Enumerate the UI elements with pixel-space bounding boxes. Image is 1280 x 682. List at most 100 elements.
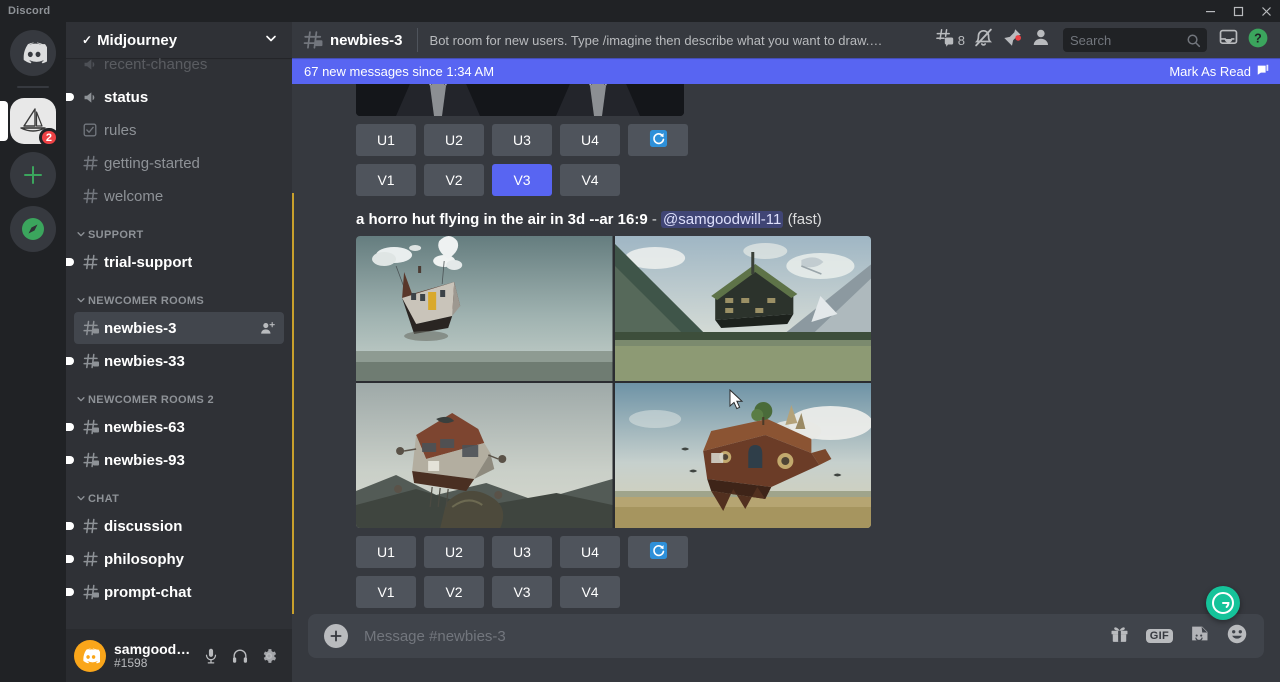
category-label: NEWCOMER ROOMS <box>88 295 204 307</box>
username-label: samgoodw... <box>114 641 196 657</box>
notification-settings-button[interactable] <box>970 27 997 53</box>
search-placeholder: Search <box>1070 33 1186 48</box>
category-newcomer-rooms[interactable]: NEWCOMER ROOMS <box>66 278 292 311</box>
midjourney-buttons-row-variation: V1 V2 V3 V4 <box>356 164 1264 196</box>
member-list-button[interactable] <box>1028 27 1055 53</box>
composer-box[interactable]: Message #newbies-3 <box>308 614 1264 658</box>
grid-cell-2[interactable] <box>615 236 872 381</box>
button-reroll[interactable] <box>628 536 688 568</box>
headphones-icon[interactable] <box>225 641 254 671</box>
server-rail-item-midjourney[interactable]: 2 <box>0 98 66 144</box>
window-controls <box>1196 0 1280 22</box>
close-icon[interactable] <box>1252 0 1280 22</box>
hash-lock-icon <box>82 319 104 337</box>
pinned-messages-button[interactable] <box>999 27 1026 53</box>
button-v1[interactable]: V1 <box>356 576 416 608</box>
unread-indicator <box>66 258 74 266</box>
app-brand-label: Discord <box>0 5 50 17</box>
category-label: CHAT <box>88 493 119 505</box>
gif-button[interactable]: GIF <box>1146 629 1173 643</box>
threads-button[interactable]: 8 <box>932 27 968 53</box>
gear-icon[interactable] <box>255 641 284 671</box>
chevron-down-icon <box>76 229 86 241</box>
grid-cell-4[interactable] <box>615 383 872 528</box>
user-identity[interactable]: samgoodw... #1598 <box>114 641 196 670</box>
message-scroller[interactable]: U1 U2 U3 U4 <box>292 58 1280 614</box>
button-u1[interactable]: U1 <box>356 536 416 568</box>
sidebar-item-recent-changes[interactable]: recent-changes <box>74 58 284 80</box>
button-u2[interactable]: U2 <box>424 536 484 568</box>
grid-cell-1[interactable] <box>356 236 613 381</box>
maximize-icon[interactable] <box>1224 0 1252 22</box>
button-u3[interactable]: U3 <box>492 124 552 156</box>
new-messages-banner[interactable]: 67 new messages since 1:34 AM Mark As Re… <box>292 58 1280 84</box>
mark-as-read-button[interactable]: Mark As Read <box>1169 63 1270 80</box>
sidebar-item-newbies-33[interactable]: newbies-33 <box>74 345 284 377</box>
plus-icon <box>10 152 56 198</box>
sidebar-item-label: newbies-93 <box>104 452 185 469</box>
plus-icon[interactable] <box>324 624 348 648</box>
guild-header[interactable]: ✓ Midjourney <box>66 22 292 58</box>
sidebar-item-newbies-3[interactable]: newbies-3 <box>74 312 284 344</box>
server-rail-item-explore[interactable] <box>0 206 66 252</box>
server-rail-item-add-server[interactable] <box>0 152 66 198</box>
sticker-icon <box>1189 623 1210 649</box>
sidebar-item-philosophy[interactable]: philosophy <box>74 543 284 575</box>
unread-indicator <box>66 93 74 101</box>
button-v4[interactable]: V4 <box>560 576 620 608</box>
sidebar-item-prompt-chat[interactable]: prompt-chat <box>74 576 284 608</box>
threads-icon <box>935 28 955 53</box>
button-v1[interactable]: V1 <box>356 164 416 196</box>
button-reroll[interactable] <box>628 124 688 156</box>
sidebar-item-newbies-63[interactable]: newbies-63 <box>74 411 284 443</box>
message-image-grid[interactable] <box>356 236 871 528</box>
button-v3[interactable]: V3 <box>492 164 552 196</box>
button-v4[interactable]: V4 <box>560 164 620 196</box>
user-mention[interactable]: @samgoodwill-11 <box>661 211 783 228</box>
sticker-button[interactable] <box>1189 623 1210 649</box>
header-tools: 8 <box>932 27 1272 53</box>
button-u1[interactable]: U1 <box>356 124 416 156</box>
minimize-icon[interactable] <box>1196 0 1224 22</box>
sidebar-item-rules[interactable]: rules <box>74 114 284 146</box>
gift-icon <box>1109 623 1130 649</box>
message-input[interactable]: Message #newbies-3 <box>364 628 1109 645</box>
grammarly-button[interactable] <box>1206 586 1240 620</box>
chevron-down-icon <box>76 394 86 406</box>
channel-topic[interactable]: Bot room for new users. Type /imagine th… <box>430 33 885 48</box>
sidebar-item-welcome[interactable]: welcome <box>74 180 284 212</box>
category-chat[interactable]: CHAT <box>66 476 292 509</box>
sidebar-item-trial-support[interactable]: trial-support <box>74 246 284 278</box>
emoji-button[interactable] <box>1226 623 1248 650</box>
category-newcomer-rooms-2[interactable]: NEWCOMER ROOMS 2 <box>66 377 292 410</box>
title-bar: Discord <box>0 0 1280 22</box>
sidebar-item-getting-started[interactable]: getting-started <box>74 147 284 179</box>
search-input[interactable]: Search <box>1063 28 1207 52</box>
category-support[interactable]: SUPPORT <box>66 212 292 245</box>
sidebar-item-label: rules <box>104 122 137 139</box>
button-v2[interactable]: V2 <box>424 576 484 608</box>
hash-lock-icon <box>302 29 324 51</box>
grid-cell-3[interactable] <box>356 383 613 528</box>
microphone-icon[interactable] <box>196 641 225 671</box>
add-member-icon[interactable] <box>259 320 276 337</box>
help-button[interactable]: ? <box>1244 27 1272 53</box>
sidebar-item-label: recent-changes <box>104 58 207 73</box>
gift-button[interactable] <box>1109 623 1130 649</box>
button-u2[interactable]: U2 <box>424 124 484 156</box>
header-divider <box>417 28 418 52</box>
button-v3[interactable]: V3 <box>492 576 552 608</box>
button-u4[interactable]: U4 <box>560 124 620 156</box>
button-v2[interactable]: V2 <box>424 164 484 196</box>
hash-icon <box>82 517 104 535</box>
server-rail-item-direct-messages[interactable] <box>0 30 66 76</box>
button-u4[interactable]: U4 <box>560 536 620 568</box>
avatar[interactable] <box>74 640 106 672</box>
refresh-icon <box>649 129 668 151</box>
sidebar-item-newbies-93[interactable]: newbies-93 <box>74 444 284 476</box>
sidebar-item-discussion[interactable]: discussion <box>74 510 284 542</box>
button-u3[interactable]: U3 <box>492 536 552 568</box>
inbox-button[interactable] <box>1215 27 1242 53</box>
channel-list[interactable]: recent-changes status rules <box>66 58 292 629</box>
sidebar-item-status[interactable]: status <box>74 81 284 113</box>
